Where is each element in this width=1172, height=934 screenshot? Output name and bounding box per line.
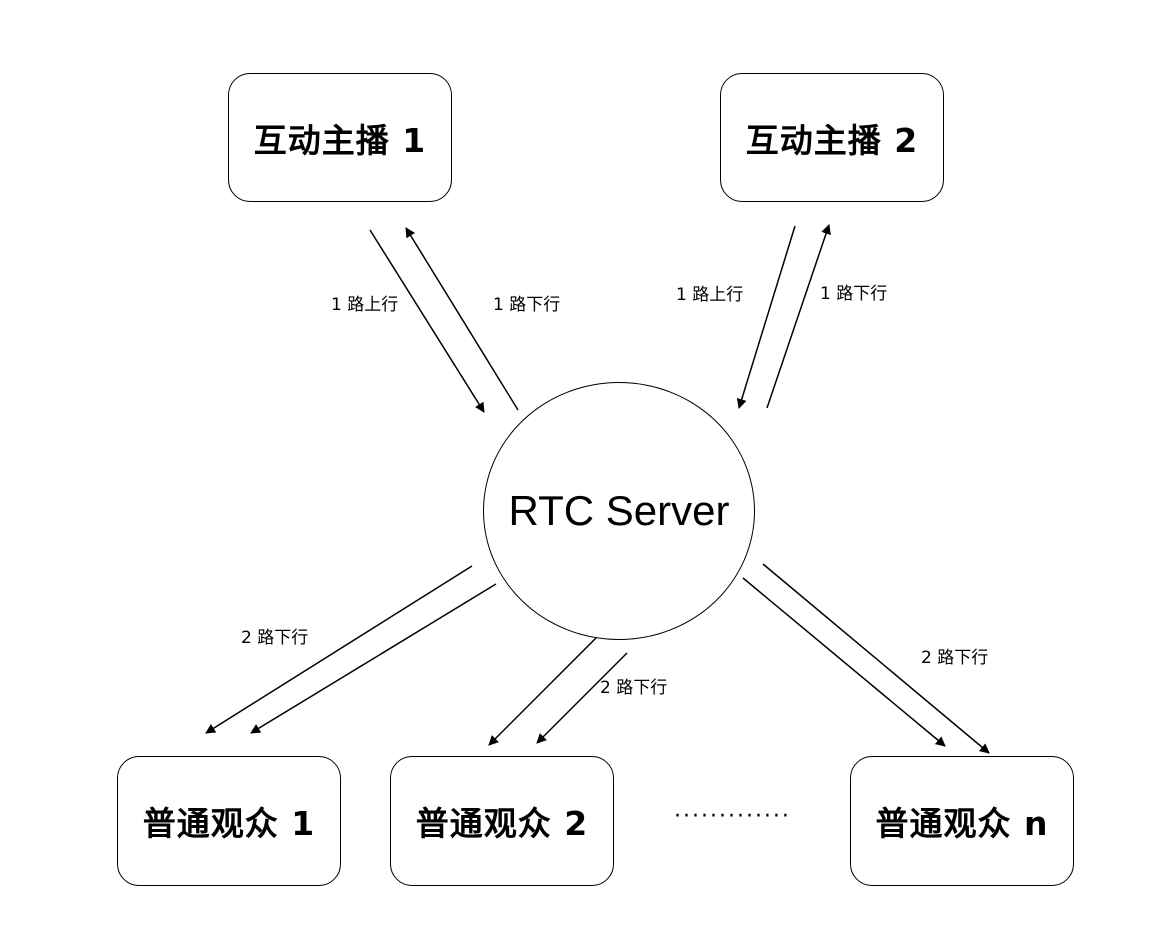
- viewer-ellipsis: ·············: [674, 804, 791, 829]
- host2-uplink-arrow: [736, 225, 796, 409]
- host-node-1: 互动主播 1: [228, 73, 452, 202]
- host1-uplink-label: 1 路上行: [331, 295, 399, 315]
- viewer-node-2: 普通观众 2: [390, 756, 614, 886]
- viewer2-downlink-arrow-a: [488, 637, 597, 746]
- viewer2-downlink-label: 2 路下行: [600, 678, 668, 698]
- host1-uplink-arrow: [369, 229, 485, 413]
- viewer-node-1: 普通观众 1: [117, 756, 341, 886]
- viewer2-downlink-arrow-b: [536, 652, 628, 744]
- diagram-canvas: 互动主播 1 互动主播 2 RTC Server 普通观众 1 普通观众 2 普…: [0, 0, 1172, 934]
- viewer1-downlink-arrow-b: [250, 583, 497, 734]
- viewern-downlink-label: 2 路下行: [921, 648, 989, 668]
- viewern-downlink-arrow-a: [742, 577, 946, 747]
- viewer-node-n: 普通观众 n: [850, 756, 1074, 886]
- host2-downlink-label: 1 路下行: [820, 284, 888, 304]
- host1-downlink-label: 1 路下行: [493, 295, 561, 315]
- host-node-2: 互动主播 2: [720, 73, 944, 202]
- viewer1-downlink-arrow-a: [205, 565, 473, 734]
- rtc-server-node: RTC Server: [483, 382, 755, 640]
- viewer1-downlink-label: 2 路下行: [241, 628, 309, 648]
- host2-uplink-label: 1 路上行: [676, 285, 744, 305]
- host2-downlink-arrow: [766, 224, 831, 409]
- host1-downlink-arrow: [405, 227, 519, 411]
